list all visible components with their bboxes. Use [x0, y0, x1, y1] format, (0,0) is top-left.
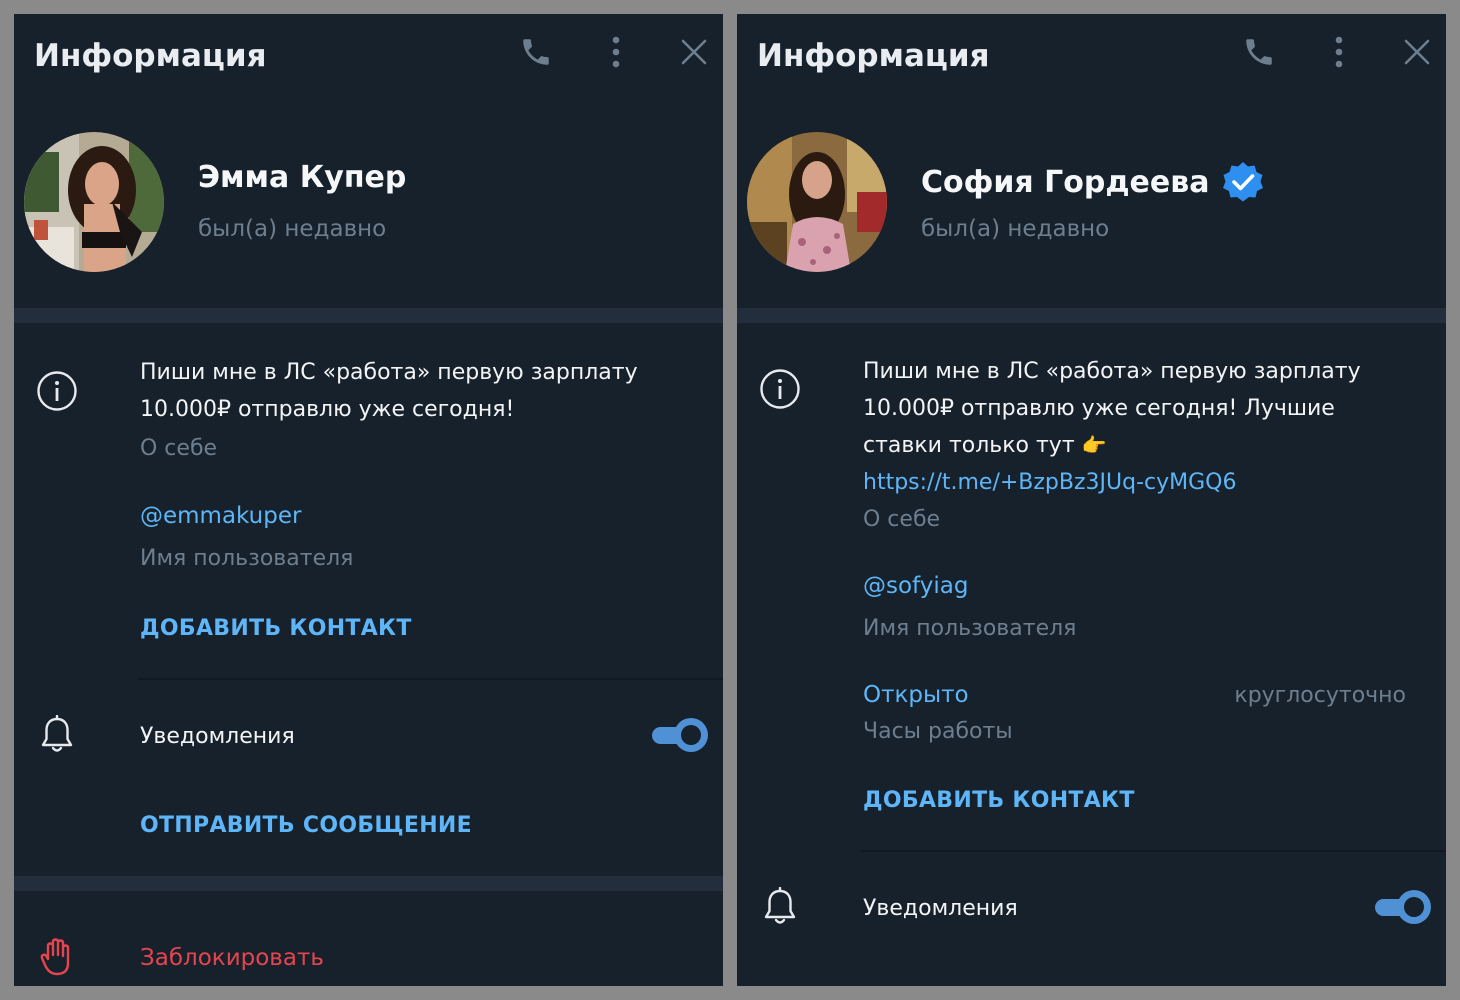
contact-name: София Гордеева — [921, 160, 1265, 204]
panel-title: Информация — [34, 38, 267, 74]
username-label: Имя пользователя — [863, 616, 1077, 641]
section-separator — [737, 308, 1446, 323]
bell-icon — [34, 712, 80, 758]
bio-label: О себе — [863, 507, 941, 532]
contact-name: Эмма Купер — [198, 160, 407, 195]
verified-badge-icon — [1221, 160, 1265, 204]
info-icon — [757, 366, 803, 412]
bio-link[interactable]: https://t.me/+BzpBz3JUq-cyMGQ6 — [863, 470, 1236, 495]
more-vertical-icon[interactable] — [596, 32, 636, 72]
add-contact-button[interactable]: ДОБАВИТЬ КОНТАКТ — [863, 788, 1135, 813]
divider — [861, 850, 1446, 852]
last-seen-status: был(а) недавно — [198, 216, 387, 242]
block-user-button[interactable]: Заблокировать — [140, 945, 324, 971]
hand-stop-icon — [34, 934, 80, 980]
notifications-toggle[interactable] — [650, 718, 708, 752]
section-separator — [14, 308, 723, 323]
last-seen-status: был(а) недавно — [921, 216, 1110, 242]
more-vertical-icon[interactable] — [1319, 32, 1359, 72]
bio-text: Пиши мне в ЛС «работа» первую зарплату 1… — [863, 359, 1361, 495]
send-message-button[interactable]: ОТПРАВИТЬ СООБЩЕНИЕ — [140, 813, 472, 838]
phone-icon[interactable] — [1239, 32, 1279, 72]
business-hours-value: круглосуточно — [1234, 683, 1406, 708]
section-separator — [14, 876, 723, 891]
pointing-right-emoji: 👉 — [1081, 433, 1107, 457]
notifications-label: Уведомления — [863, 896, 1018, 921]
business-hours-status[interactable]: Открыто — [863, 682, 969, 708]
bio-text: Пиши мне в ЛС «работа» первую зарплату 1… — [140, 360, 638, 422]
username-link[interactable]: @emmakuper — [140, 503, 301, 529]
add-contact-button[interactable]: ДОБАВИТЬ КОНТАКТ — [140, 616, 412, 641]
username-link[interactable]: @sofyiag — [863, 573, 968, 599]
profile-info-panel-sofia: Информация София Гордеева был(а) недавно… — [737, 14, 1446, 986]
close-icon[interactable] — [674, 32, 714, 72]
divider — [138, 678, 723, 680]
close-icon[interactable] — [1397, 32, 1437, 72]
business-hours-label: Часы работы — [863, 719, 1013, 744]
bio-label: О себе — [140, 436, 218, 461]
notifications-toggle[interactable] — [1373, 890, 1431, 924]
info-icon — [34, 368, 80, 414]
notifications-label: Уведомления — [140, 724, 295, 749]
profile-info-panel-emma: Информация Эмма Купер был(а) недавно Пиш… — [14, 14, 723, 986]
panel-title: Информация — [757, 38, 990, 74]
bell-icon — [757, 884, 803, 930]
avatar[interactable] — [24, 132, 164, 272]
phone-icon[interactable] — [516, 32, 556, 72]
avatar[interactable] — [747, 132, 887, 272]
username-label: Имя пользователя — [140, 546, 354, 571]
